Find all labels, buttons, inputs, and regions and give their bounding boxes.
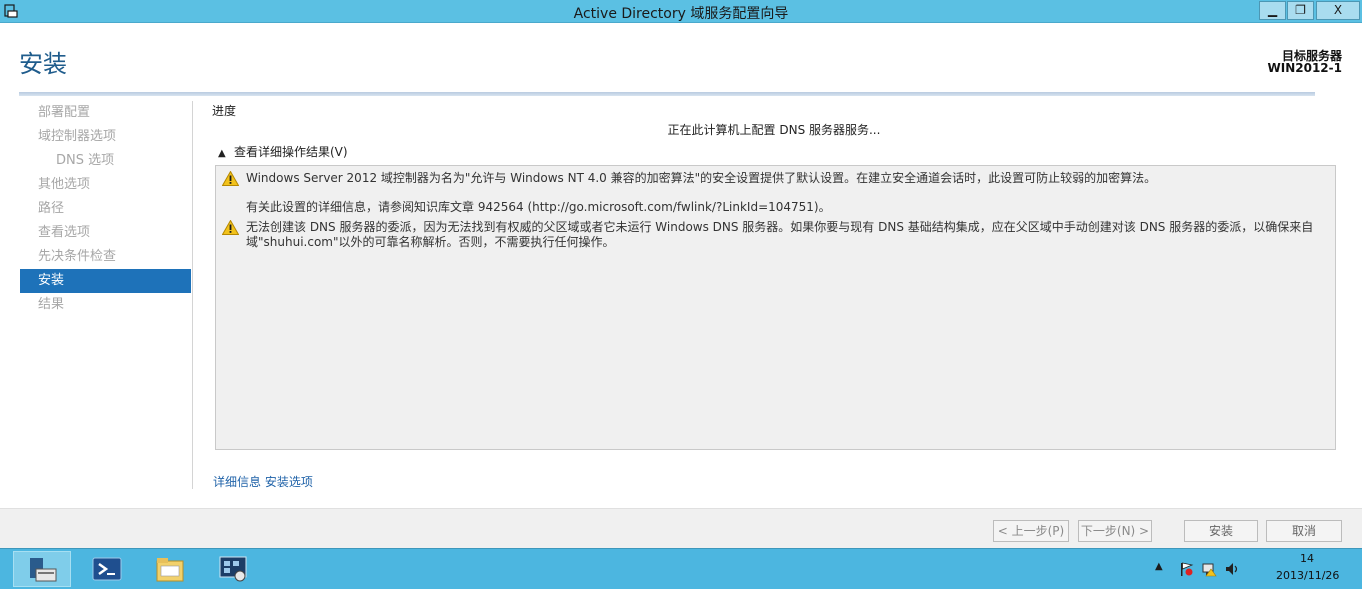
page-title: 安装 bbox=[19, 50, 67, 78]
nav-item-prereq-check[interactable]: 先决条件检查 bbox=[20, 245, 191, 269]
nav-item-dns-options[interactable]: DNS 选项 bbox=[20, 149, 191, 173]
close-button[interactable]: X bbox=[1316, 1, 1360, 20]
header-divider bbox=[19, 92, 1315, 96]
flag-icon[interactable] bbox=[1178, 561, 1194, 577]
message-line: Windows Server 2012 域控制器为名为"允许与 Windows … bbox=[246, 171, 1157, 185]
tray-expand-icon[interactable]: ▲ bbox=[1155, 561, 1163, 572]
progress-label: 进度 bbox=[212, 104, 237, 118]
results-panel[interactable]: Windows Server 2012 域控制器为名为"允许与 Windows … bbox=[215, 165, 1336, 450]
message-line: 无法创建该 DNS 服务器的委派，因为无法找到有权威的父区域或者它未运行 Win… bbox=[246, 220, 1314, 234]
more-info-link[interactable]: 详细信息 bbox=[213, 475, 261, 489]
more-info: 详细信息 安装选项 bbox=[213, 473, 313, 490]
window-title: Active Directory 域服务配置向导 bbox=[573, 6, 789, 22]
nav-item-deployment[interactable]: 部署配置 bbox=[20, 101, 191, 125]
view-details-label: 查看详细操作结果(V) bbox=[234, 145, 348, 159]
chevron-up-icon: ▲ bbox=[218, 148, 226, 159]
volume-icon[interactable] bbox=[1224, 561, 1240, 577]
network-icon bbox=[219, 556, 247, 582]
nav-item-additional-options[interactable]: 其他选项 bbox=[20, 173, 191, 197]
cancel-button[interactable]: 取消 bbox=[1266, 520, 1342, 542]
status-text: 正在此计算机上配置 DNS 服务器服务... bbox=[667, 123, 881, 137]
clock-time[interactable]: 14 bbox=[1300, 552, 1314, 565]
taskbar-server-manager[interactable] bbox=[13, 551, 71, 587]
nav-item-paths[interactable]: 路径 bbox=[20, 197, 191, 221]
warning-icon bbox=[222, 220, 239, 235]
taskbar-network[interactable] bbox=[204, 551, 262, 587]
install-options-link[interactable]: 安装选项 bbox=[265, 475, 313, 489]
warning-icon bbox=[222, 171, 239, 186]
install-button[interactable]: 安装 bbox=[1184, 520, 1258, 542]
target-server-name: WIN2012-1 bbox=[1267, 61, 1342, 75]
wizard-button-bar: < 上一步(P) 下一步(N) > 安装 取消 bbox=[0, 508, 1362, 548]
next-button[interactable]: 下一步(N) > bbox=[1078, 520, 1152, 542]
taskbar-powershell[interactable] bbox=[78, 551, 136, 587]
nav-item-installation[interactable]: 安装 bbox=[20, 269, 191, 293]
view-details-toggle[interactable]: ▲ 查看详细操作结果(V) bbox=[218, 143, 348, 160]
previous-button[interactable]: < 上一步(P) bbox=[993, 520, 1069, 542]
title-bar: Active Directory 域服务配置向导 ▁ ❐ X bbox=[0, 0, 1362, 23]
nav-divider bbox=[192, 101, 193, 489]
nav-item-results[interactable]: 结果 bbox=[20, 293, 191, 317]
message-line: 域"shuhui.com"以外的可靠名称解析。否则，不需要执行任何操作。 bbox=[246, 235, 615, 249]
maximize-button[interactable]: ❐ bbox=[1287, 1, 1314, 20]
server-manager-icon bbox=[30, 558, 57, 582]
wizard-nav: 部署配置 域控制器选项 DNS 选项 其他选项 路径 查看选项 先决条件检查 安… bbox=[20, 101, 191, 317]
message-line: 有关此设置的详细信息，请参阅知识库文章 942564 (http://go.mi… bbox=[246, 200, 831, 214]
nav-item-dc-options[interactable]: 域控制器选项 bbox=[20, 125, 191, 149]
network-status-icon[interactable] bbox=[1201, 561, 1217, 577]
powershell-icon bbox=[92, 557, 122, 581]
minimize-button[interactable]: ▁ bbox=[1259, 1, 1286, 20]
clock-date[interactable]: 2013/11/26 bbox=[1276, 569, 1339, 582]
nav-item-review[interactable]: 查看选项 bbox=[20, 221, 191, 245]
taskbar-file-explorer[interactable] bbox=[141, 551, 199, 587]
folder-icon bbox=[156, 558, 184, 582]
taskbar: ▲ 14 2013/11/26 bbox=[0, 548, 1362, 589]
